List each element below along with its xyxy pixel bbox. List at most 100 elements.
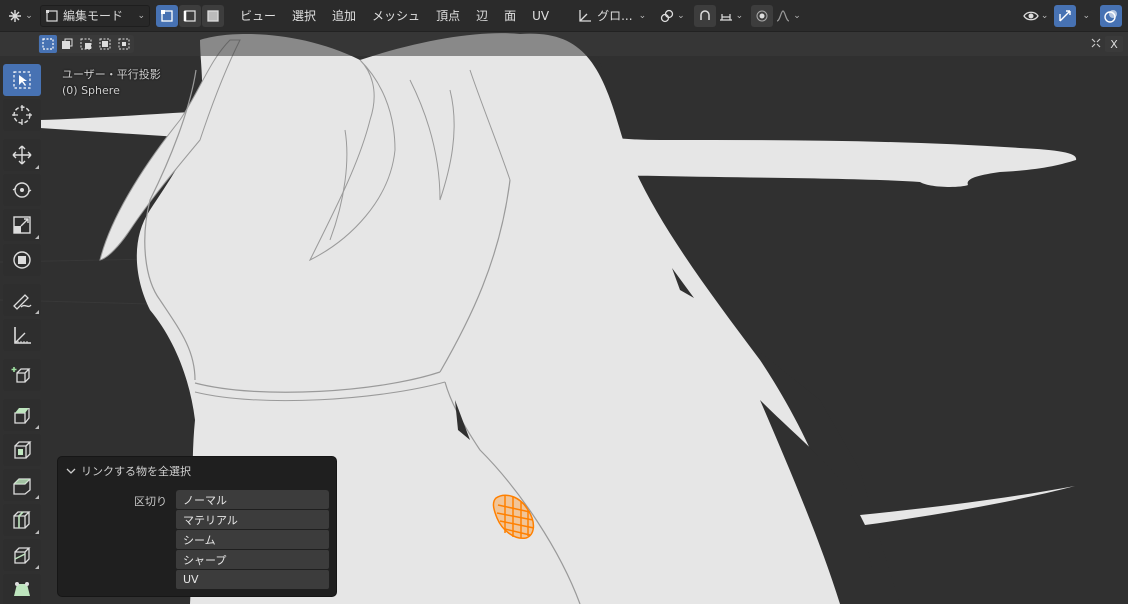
- header-collapse-arrows[interactable]: [1090, 37, 1102, 52]
- tool-bevel[interactable]: [3, 469, 41, 501]
- proportional-edit-toggle[interactable]: [751, 4, 774, 27]
- collapse-arrows-icon: [1091, 38, 1101, 48]
- visibility-icon: [1023, 11, 1039, 20]
- knife-icon: [14, 547, 31, 564]
- delimit-option-uv[interactable]: UV: [176, 570, 329, 589]
- select-invert-button[interactable]: [96, 35, 114, 53]
- falloff-dropdown[interactable]: ⌄: [773, 5, 803, 27]
- redo-panel-title: リンクする物を全選択: [81, 465, 191, 478]
- mode-dropdown[interactable]: 編集モード ⌄: [40, 4, 150, 27]
- poly-build-icon: [14, 582, 30, 596]
- measure-icon: [14, 327, 31, 344]
- rotate-icon: [12, 182, 32, 198]
- select-new-button[interactable]: [39, 35, 57, 53]
- viewport-header: ⌄ 編集モード ⌄ ビュー 選択 追加 メッシュ 頂点 辺 面 UV グロ...…: [0, 0, 1128, 32]
- select-intersect-button[interactable]: [115, 35, 133, 53]
- face-select-icon: [207, 9, 219, 22]
- bevel-icon: [13, 478, 31, 495]
- tool-cursor[interactable]: [3, 99, 41, 131]
- select-intersect-icon: [118, 38, 130, 50]
- delimit-option-seam[interactable]: シーム: [176, 530, 329, 549]
- mode-icon: [46, 9, 58, 22]
- snap-target-icon: [719, 13, 732, 21]
- inset-icon: [14, 441, 32, 459]
- delimit-option-normal[interactable]: ノーマル: [176, 490, 329, 509]
- gizmo-dropdown-chevron[interactable]: ⌄: [1082, 11, 1090, 21]
- menu-view[interactable]: ビュー: [232, 5, 284, 27]
- edge-select-button[interactable]: [179, 4, 201, 27]
- visibility-dropdown[interactable]: ⌄: [1021, 5, 1051, 27]
- select-new-icon: [42, 38, 54, 50]
- menu-mesh[interactable]: メッシュ: [364, 5, 428, 27]
- tool-shelf: [3, 64, 43, 604]
- tool-scale[interactable]: [3, 209, 41, 241]
- mode-label: 編集モード: [63, 9, 124, 23]
- overlay-toggle[interactable]: [1100, 4, 1122, 27]
- falloff-icon: [776, 9, 790, 22]
- menu-vertex[interactable]: 頂点: [428, 5, 468, 27]
- view-name-label: ユーザー・平行投影: [62, 68, 161, 81]
- editor-type-icon: [9, 9, 22, 22]
- menu-add[interactable]: 追加: [324, 5, 364, 27]
- tool-extrude[interactable]: [3, 399, 41, 431]
- delimit-option-material[interactable]: マテリアル: [176, 510, 329, 529]
- proportional-edit-icon: [756, 10, 768, 21]
- loop-cut-icon: [13, 511, 31, 529]
- menu-face[interactable]: 面: [496, 5, 524, 27]
- selection-mode-group: [38, 35, 134, 53]
- select-subtract-icon: [80, 38, 92, 50]
- tool-measure[interactable]: [3, 319, 41, 351]
- vertex-select-button[interactable]: [156, 4, 178, 27]
- cursor-icon: [12, 105, 32, 125]
- scale-icon: [13, 216, 31, 234]
- tool-inset[interactable]: [3, 434, 41, 466]
- extrude-icon: [14, 408, 30, 424]
- menu-select[interactable]: 選択: [284, 5, 324, 27]
- overlay-icon: [1104, 9, 1117, 23]
- menu-bar: ビュー 選択 追加 メッシュ 頂点 辺 面 UV: [232, 5, 557, 27]
- vertex-select-icon: [161, 9, 173, 22]
- delimit-option-sharp[interactable]: シャープ: [176, 550, 329, 569]
- annotate-icon: [13, 294, 32, 310]
- select-mode-group: [156, 4, 224, 27]
- tool-select-box[interactable]: [3, 64, 41, 96]
- edge-select-icon: [183, 9, 196, 22]
- tool-move[interactable]: [3, 139, 41, 171]
- delimit-options: ノーマル マテリアル シーム シャープ UV: [176, 490, 329, 590]
- select-extend-icon: [62, 38, 73, 49]
- transform-orientation-label: グロ...: [597, 9, 633, 23]
- header-right-group: ⌄ ⌄: [1021, 4, 1122, 27]
- select-box-icon: [13, 71, 31, 89]
- close-region-button[interactable]: X: [1105, 36, 1123, 52]
- face-select-button[interactable]: [202, 4, 224, 27]
- snap-target-dropdown[interactable]: ⌄: [716, 5, 746, 27]
- snap-toggle[interactable]: [693, 4, 716, 27]
- menu-uv[interactable]: UV: [524, 5, 557, 27]
- editor-type-selector[interactable]: ⌄: [4, 5, 36, 27]
- pivot-icon: [660, 9, 674, 22]
- tool-header: [0, 32, 1128, 56]
- select-subtract-button[interactable]: [77, 35, 95, 53]
- transform-orientation-dropdown[interactable]: グロ... ⌄: [573, 5, 650, 27]
- tool-loop-cut[interactable]: [3, 504, 41, 536]
- select-extend-button[interactable]: [58, 35, 76, 53]
- redo-panel: リンクする物を全選択 区切り ノーマル マテリアル シーム シャープ UV: [57, 456, 337, 597]
- chevron-down-icon: [66, 468, 76, 474]
- pivot-dropdown[interactable]: ⌄: [656, 5, 688, 27]
- tool-poly-build[interactable]: [3, 574, 41, 604]
- tool-knife[interactable]: [3, 539, 41, 571]
- tool-add-cube[interactable]: [3, 359, 41, 391]
- snap-icon: [699, 9, 710, 20]
- select-invert-icon: [99, 38, 111, 50]
- tool-rotate[interactable]: [3, 174, 41, 206]
- add-cube-icon: [11, 367, 31, 383]
- delimit-label: 区切り: [134, 495, 167, 508]
- transform-orientation-icon: [579, 9, 592, 22]
- transform-icon: [13, 251, 31, 269]
- gizmo-toggle[interactable]: [1054, 4, 1077, 27]
- tool-transform[interactable]: [3, 244, 41, 276]
- tool-annotate[interactable]: [3, 284, 41, 316]
- menu-edge[interactable]: 辺: [468, 5, 496, 27]
- move-icon: [12, 145, 32, 165]
- redo-panel-header[interactable]: リンクする物を全選択: [66, 463, 191, 479]
